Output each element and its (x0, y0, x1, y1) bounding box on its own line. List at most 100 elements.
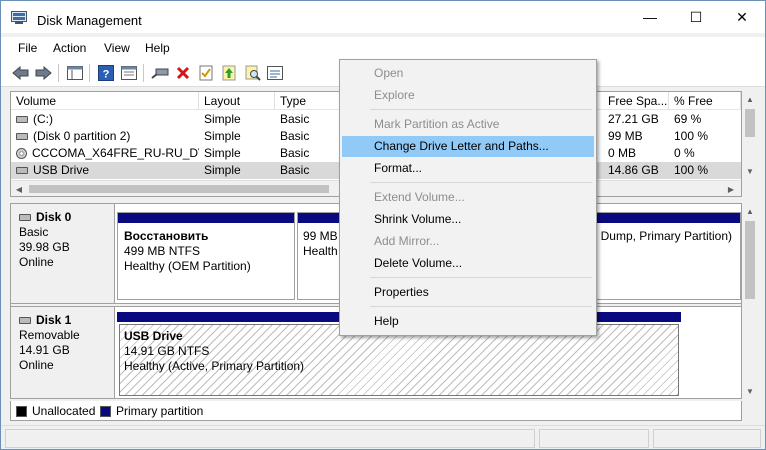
menu-item-open[interactable]: Open (342, 63, 594, 84)
volume-type: Basic (280, 163, 310, 177)
context-menu: Open Explore Mark Partition as Active Ch… (339, 59, 597, 336)
volume-percent-free: 69 % (674, 112, 702, 126)
upload-document-icon[interactable] (220, 64, 238, 82)
disk-kind: Removable (19, 328, 80, 342)
horizontal-scroll-thumb[interactable] (29, 185, 329, 193)
drive-icon (16, 133, 28, 141)
partition-bar (118, 213, 294, 223)
column-header-volume[interactable]: Volume (11, 92, 199, 110)
menu-separator (370, 109, 592, 110)
menu-view[interactable]: View (104, 41, 130, 55)
menu-separator (370, 306, 592, 307)
forward-arrow-icon[interactable] (34, 64, 52, 82)
column-header-free-space[interactable]: Free Spa... (603, 92, 669, 110)
status-pane (653, 429, 761, 448)
connect-drive-icon[interactable] (151, 64, 169, 82)
scroll-up-icon[interactable]: ▲ (742, 91, 758, 107)
volume-layout: Simple (204, 129, 241, 143)
volume-percent-free: 100 % (674, 129, 709, 143)
svg-text:?: ? (103, 69, 110, 81)
volume-free-space: 0 MB (608, 146, 637, 160)
scroll-up-icon[interactable]: ▲ (742, 203, 758, 219)
help-icon[interactable]: ? (97, 64, 115, 82)
menu-file[interactable]: File (18, 41, 37, 55)
primary-partition-swatch (100, 406, 111, 417)
console-tree-icon[interactable] (66, 64, 84, 82)
status-pane (5, 429, 535, 448)
volume-free-space: 14.86 GB (608, 163, 659, 177)
volume-name: CCCOMA_X64FRE_RU-RU_DV... (32, 146, 199, 160)
toolbar-separator (143, 64, 144, 82)
menu-item-delete-volume[interactable]: Delete Volume... (342, 253, 594, 274)
minimize-button[interactable]: — (627, 1, 673, 33)
vertical-scroll-thumb[interactable] (745, 109, 755, 137)
partition-health: Healthy (Active, Primary Partition) (124, 359, 305, 373)
menu-item-extend-volume[interactable]: Extend Volume... (342, 187, 594, 208)
legend: Unallocated Primary partition (10, 401, 742, 421)
drive-icon (16, 167, 28, 175)
volume-type: Basic (280, 146, 310, 160)
partition-title: Восстановить (124, 229, 209, 243)
menu-item-shrink-volume[interactable]: Shrink Volume... (342, 209, 594, 230)
partition-health: Health (303, 244, 338, 258)
unallocated-swatch (16, 406, 27, 417)
volume-percent-free: 0 % (674, 146, 695, 160)
column-header-layout[interactable]: Layout (199, 92, 275, 110)
partition-efi[interactable]: 99 MB Health (297, 212, 343, 300)
window-title: Disk Management (37, 13, 142, 28)
disk-view-vertical-scrollbar[interactable]: ▲ ▼ (742, 203, 758, 399)
back-arrow-icon[interactable] (12, 64, 30, 82)
menu-separator (370, 277, 592, 278)
menu-item-add-mirror[interactable]: Add Mirror... (342, 231, 594, 252)
cd-drive-icon (16, 148, 27, 160)
volume-name: USB Drive (33, 163, 90, 177)
menu-item-properties[interactable]: Properties (342, 282, 594, 303)
menu-item-help[interactable]: Help (342, 311, 594, 332)
menu-item-format[interactable]: Format... (342, 158, 594, 179)
title-bar[interactable]: Disk Management — ☐ ✕ (1, 1, 765, 33)
scroll-down-icon[interactable]: ▼ (742, 383, 758, 399)
disk-management-app-icon (11, 11, 27, 24)
delete-icon[interactable] (174, 64, 192, 82)
partition-size: 499 MB NTFS (124, 244, 201, 258)
volume-list-vertical-scrollbar[interactable]: ▲ ▼ (742, 91, 758, 179)
disk-0-label[interactable]: Disk 0 Basic 39.98 GB Online (11, 204, 115, 303)
toolbar-separator (58, 64, 59, 82)
legend-primary-partition: Primary partition (116, 404, 204, 418)
menu-action[interactable]: Action (53, 41, 86, 55)
volume-layout: Simple (204, 146, 241, 160)
scroll-down-icon[interactable]: ▼ (742, 163, 758, 179)
disk-status: Online (19, 358, 54, 372)
close-button[interactable]: ✕ (719, 1, 765, 33)
column-header-type[interactable]: Type (275, 92, 341, 110)
properties-list-icon[interactable] (120, 64, 138, 82)
partition-recovery[interactable]: Восстановить 499 MB NTFS Healthy (OEM Pa… (117, 212, 295, 300)
volume-free-space: 27.21 GB (608, 112, 659, 126)
menu-separator (370, 182, 592, 183)
menu-item-explore[interactable]: Explore (342, 85, 594, 106)
legend-unallocated: Unallocated (32, 404, 96, 418)
volume-percent-free: 100 % (674, 163, 709, 177)
column-header-percent-free[interactable]: % Free (669, 92, 741, 110)
toolbar-separator (89, 64, 90, 82)
disk-kind: Basic (19, 225, 49, 239)
menu-item-mark-active[interactable]: Mark Partition as Active (342, 114, 594, 135)
maximize-button[interactable]: ☐ (673, 1, 719, 33)
volume-free-space: 99 MB (608, 129, 643, 143)
disk-name: Disk 1 (36, 313, 72, 327)
menu-item-change-drive-letter[interactable]: Change Drive Letter and Paths... (342, 136, 594, 157)
partition-health: Healthy (OEM Partition) (124, 259, 251, 273)
vertical-scroll-thumb[interactable] (745, 221, 755, 299)
disk-1-label[interactable]: Disk 1 Removable 14.91 GB Online (11, 307, 115, 398)
check-document-icon[interactable] (197, 64, 215, 82)
scroll-right-icon[interactable]: ▶ (723, 181, 739, 196)
disk-size: 39.98 GB (19, 240, 70, 254)
partition-bar (298, 213, 342, 223)
disk-size: 14.91 GB (19, 343, 70, 357)
details-view-icon[interactable] (266, 64, 284, 82)
scroll-left-icon[interactable]: ◀ (11, 181, 27, 196)
search-document-icon[interactable] (244, 64, 262, 82)
volume-layout: Simple (204, 163, 241, 177)
menu-help[interactable]: Help (145, 41, 170, 55)
menu-bar: File Action View Help (1, 37, 765, 59)
